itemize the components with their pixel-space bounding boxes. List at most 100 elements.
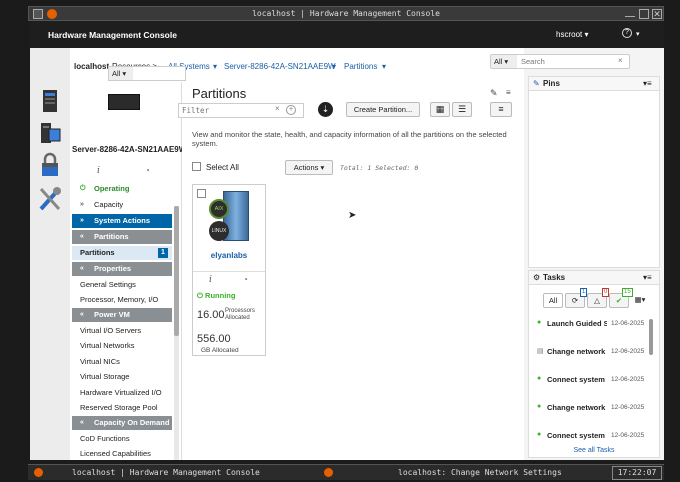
filter-input[interactable] — [182, 105, 268, 116]
task-item[interactable]: ● Launch Guided S 12-06-2025 — [529, 319, 647, 333]
pin-icon[interactable]: ✎ — [490, 88, 498, 99]
task-item[interactable]: ● Connect system 12-06-2025 — [529, 431, 647, 445]
gear-icon: ⚙ — [533, 273, 541, 282]
clear-filter-icon[interactable]: × — [275, 104, 280, 113]
taskbar-item-network[interactable]: localhost: Change Network Settings — [398, 468, 562, 477]
capacity-on-demand-header[interactable]: « Capacity On Demand — [72, 416, 172, 430]
capacity-section[interactable]: » Capacity — [72, 198, 172, 212]
performance-icon[interactable]: ◔ — [145, 166, 150, 175]
security-lock-icon[interactable] — [38, 152, 62, 178]
powervm-header-label: Power VM — [94, 310, 130, 319]
clear-search-icon[interactable]: × — [618, 56, 623, 65]
task-item[interactable]: ● Connect system 12-06-2025 — [529, 375, 647, 389]
user-menu[interactable]: hscroot ▾ — [556, 30, 588, 39]
power-icon: ⏻ — [80, 185, 86, 192]
sidebar-scrollbar[interactable] — [174, 206, 179, 336]
create-partition-button[interactable]: Create Partition... — [346, 102, 420, 117]
state-text: Running — [205, 291, 236, 300]
maximize-icon[interactable] — [639, 9, 649, 19]
add-filter-icon[interactable]: + — [286, 105, 296, 115]
panel-menu-icon[interactable]: ▾≡ — [643, 77, 652, 91]
partitions-header[interactable]: « Partitions — [72, 230, 172, 244]
page-title: Partitions — [192, 86, 247, 101]
task-filter-done[interactable]: ✔ 15 — [609, 288, 633, 308]
sidebar-item-virtual-io-servers[interactable]: Virtual I/O Servers — [72, 324, 172, 338]
server-image — [108, 94, 140, 110]
task-item[interactable]: ▤ Change network 12-06-2025 — [529, 347, 647, 361]
partition-info-icon[interactable]: ⇣ — [318, 102, 333, 117]
sidebar-item-virtual-nics[interactable]: Virtual NICs — [72, 355, 172, 369]
minimize-icon[interactable] — [625, 9, 635, 17]
see-all-tasks-link[interactable]: See all Tasks — [529, 447, 659, 454]
list-view-icon[interactable]: ☰ — [452, 102, 472, 117]
memory-value: 556.00 — [197, 333, 231, 345]
chevron-down-icon[interactable]: ▾ — [332, 62, 336, 71]
task-filter-warning[interactable]: △ 0 — [587, 288, 610, 308]
grid-view-icon[interactable]: ▦ — [430, 102, 450, 117]
select-all-checkbox[interactable] — [192, 162, 201, 171]
properties-header[interactable]: « Properties — [72, 262, 172, 276]
info-icon[interactable]: i — [209, 275, 212, 285]
sidebar-item-reserved-storage-pool[interactable]: Reserved Storage Pool — [72, 401, 172, 415]
actions-label: Actions — [293, 163, 319, 172]
task-item[interactable]: ● Change network 12-06-2025 — [529, 403, 647, 417]
chevron-down-icon[interactable]: ▾ — [213, 62, 217, 71]
actions-button[interactable]: Actions ▾ — [285, 160, 333, 175]
system-actions-label: System Actions — [94, 216, 150, 225]
filter-scope-select[interactable]: All ▾ — [109, 67, 133, 80]
task-name: Connect system — [547, 431, 605, 440]
page-description: View and monitor the state, health, and … — [192, 130, 507, 148]
search-input[interactable] — [521, 56, 611, 67]
chevron-down-icon[interactable]: ▾ — [382, 62, 386, 71]
sidebar-item-partitions[interactable]: Partitions 1 — [72, 246, 172, 260]
tasks-scrollbar[interactable] — [649, 319, 653, 355]
sidebar-item-licensed-capabilities[interactable]: Licensed Capabilities — [72, 447, 172, 461]
sidebar-item-processor-memory[interactable]: Processor, Memory, I/O — [72, 293, 172, 307]
task-filter-running[interactable]: ⟳ 1 — [565, 288, 588, 308]
panel-menu-icon[interactable]: ▾≡ — [643, 271, 652, 285]
success-icon: ● — [537, 403, 542, 410]
performance-icon[interactable]: ◔ — [243, 275, 248, 284]
task-filter-all[interactable]: All — [543, 293, 563, 308]
partition-checkbox[interactable] — [197, 189, 206, 198]
breadcrumb-server[interactable]: Server-8286-42A-SN21AAE9W — [224, 62, 336, 71]
partition-image: AIX LINUX — [207, 191, 255, 243]
panel-menu-icon[interactable]: ≡ — [506, 88, 511, 97]
sidebar-item-cod-functions[interactable]: CoD Functions — [72, 432, 172, 446]
sidebar-item-hardware-virtualized-io[interactable]: Hardware Virtualized I/O — [72, 386, 172, 400]
close-icon[interactable]: ✕ — [652, 9, 662, 19]
taskbar-item-hmc[interactable]: localhost | Hardware Management Console — [72, 468, 260, 477]
processors-label: Processors Allocated — [225, 308, 256, 321]
search-scope-select[interactable]: All ▾ — [491, 55, 517, 68]
partition-name[interactable]: elyanlabs — [193, 251, 265, 260]
column-settings-icon[interactable]: ≡ — [490, 102, 512, 117]
info-icon[interactable]: i — [97, 166, 100, 176]
chevron-down-icon[interactable]: ▾ — [636, 30, 640, 38]
sidebar-item-virtual-networks[interactable]: Virtual Networks — [72, 339, 172, 353]
chevron-up-icon: « — [80, 311, 84, 318]
powervm-header[interactable]: « Power VM — [72, 308, 172, 322]
chevron-up-icon: « — [80, 265, 84, 272]
count-badge: 1 — [158, 248, 168, 258]
sidebar-item-general-settings[interactable]: General Settings — [72, 278, 172, 292]
breadcrumb-partitions[interactable]: Partitions — [344, 62, 377, 71]
tools-icon[interactable] — [38, 186, 62, 212]
chevron-down-icon: » — [80, 201, 84, 208]
clock: 17:22:07 — [612, 466, 662, 480]
mouse-cursor: ➤ — [348, 210, 357, 221]
partition-card[interactable]: AIX LINUX elyanlabs i ◔ ⏻ Running 16.00 … — [192, 184, 266, 356]
help-icon[interactable]: ? — [622, 28, 632, 38]
pins-header: ✎ Pins ▾≡ — [529, 77, 659, 91]
sidebar-item-virtual-storage[interactable]: Virtual Storage — [72, 370, 172, 384]
tasks-header: ⚙ Tasks ▾≡ — [529, 271, 659, 285]
calendar-icon[interactable]: ▦▾ — [631, 293, 649, 308]
task-date: 12-06-2025 — [611, 348, 645, 355]
system-management-icon[interactable] — [38, 120, 62, 146]
system-actions-header[interactable]: » System Actions — [72, 214, 172, 228]
task-name: Change network — [547, 347, 606, 356]
server-resources-icon[interactable] — [38, 88, 62, 114]
memory-label: GB Allocated — [201, 347, 239, 354]
chevron-up-icon: « — [80, 419, 84, 426]
breadcrumb-localhost[interactable]: localhost — [74, 62, 109, 71]
global-search: All ▾ × — [490, 54, 630, 69]
